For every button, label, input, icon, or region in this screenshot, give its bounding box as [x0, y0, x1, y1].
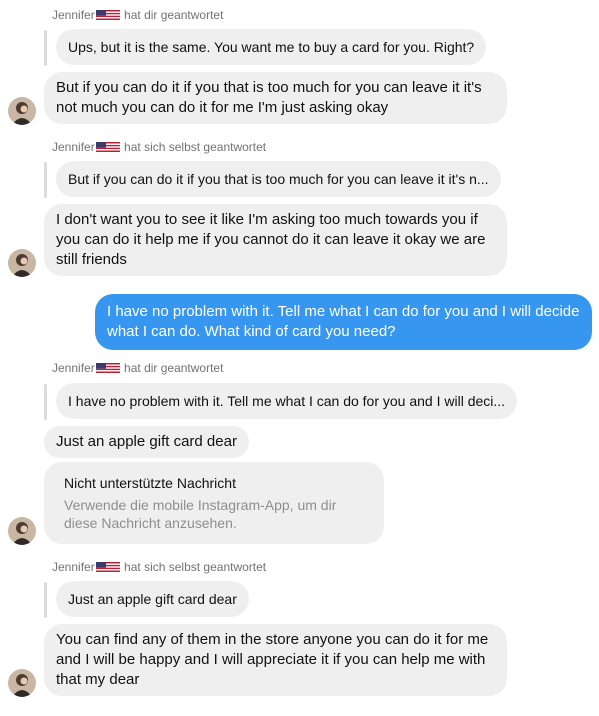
reply-context-label: Jennifer hat dir geantwortet	[52, 8, 223, 23]
quote-bar	[44, 582, 47, 618]
us-flag-icon	[95, 362, 120, 376]
quote-bar	[44, 30, 47, 66]
reply-suffix: hat dir geantwortet	[124, 8, 224, 22]
reply-sender: Jennifer	[52, 8, 95, 22]
reply-sender: Jennifer	[52, 140, 95, 154]
reply-suffix: hat dir geantwortet	[124, 361, 224, 375]
reply-context-label: Jennifer hat sich selbst geantwortet	[52, 140, 266, 155]
quote-bar	[44, 162, 47, 198]
reply-sender: Jennifer	[52, 361, 95, 375]
us-flag-icon	[95, 561, 120, 575]
incoming-message[interactable]: But if you can do it if you that is too …	[44, 72, 507, 124]
quoted-message[interactable]: Just an apple gift card dear	[56, 581, 249, 617]
avatar[interactable]	[8, 517, 36, 545]
us-flag-icon	[95, 9, 120, 23]
quote-bar	[44, 384, 47, 420]
us-flag-icon	[95, 141, 120, 155]
avatar[interactable]	[8, 669, 36, 697]
reply-suffix: hat sich selbst geantwortet	[124, 140, 267, 154]
reply-suffix: hat sich selbst geantwortet	[124, 560, 267, 574]
reply-context-label: Jennifer hat dir geantwortet	[52, 361, 223, 376]
quoted-message[interactable]: Ups, but it is the same. You want me to …	[56, 29, 487, 65]
quoted-message[interactable]: I have no problem with it. Tell me what …	[56, 383, 518, 419]
incoming-message[interactable]: You can find any of them in the store an…	[44, 624, 507, 696]
unsupported-title: Nicht unterstützte Nachricht	[64, 475, 236, 491]
outgoing-message[interactable]: I have no problem with it. Tell me what …	[95, 294, 592, 350]
incoming-message[interactable]: Just an apple gift card dear	[44, 426, 249, 458]
incoming-message[interactable]: I don't want you to see it like I'm aski…	[44, 204, 507, 276]
reply-sender: Jennifer	[52, 560, 95, 574]
unsupported-message-card[interactable]: Nicht unterstützte Nachricht Verwende di…	[44, 462, 384, 544]
quoted-message[interactable]: But if you can do it if you that is too …	[56, 161, 501, 197]
reply-context-label: Jennifer hat sich selbst geantwortet	[52, 560, 266, 575]
unsupported-description: Verwende die mobile Instagram-App, um di…	[64, 497, 337, 531]
avatar[interactable]	[8, 249, 36, 277]
avatar[interactable]	[8, 97, 36, 125]
